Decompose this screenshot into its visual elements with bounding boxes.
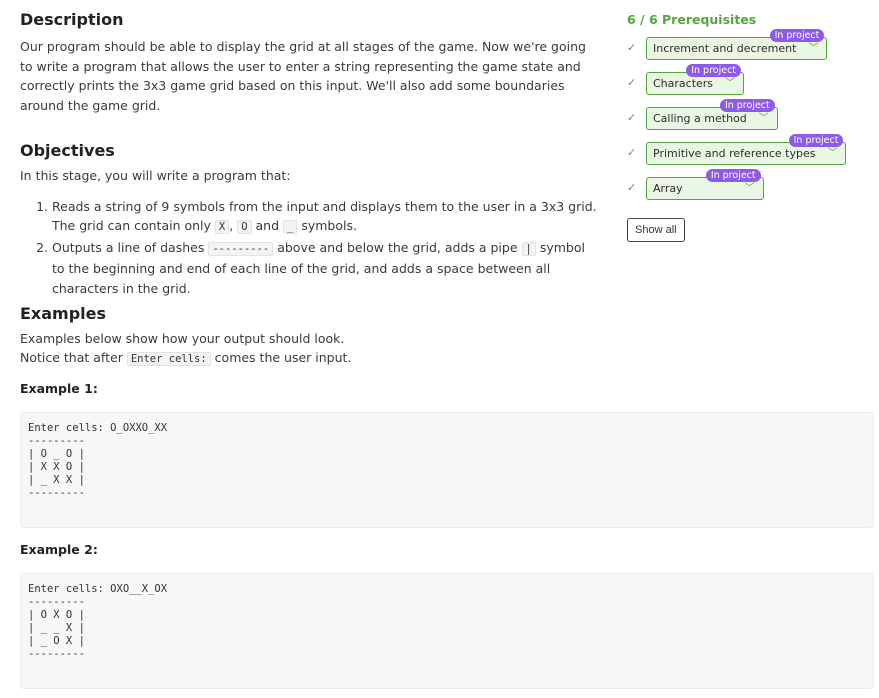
- objectives-list: Reads a string of 9 symbols from the inp…: [52, 197, 600, 299]
- in-project-badge: In project: [769, 29, 825, 42]
- prereq-array[interactable]: Array ﹀ In project: [646, 169, 764, 200]
- check-icon: ✓: [627, 146, 637, 159]
- prereq-increment-decrement[interactable]: Increment and decrement ﹀ In project: [646, 29, 828, 60]
- prereq-row: ✓ Array ﹀ In project: [627, 169, 877, 206]
- main-content: Description Our program should be able t…: [20, 10, 600, 396]
- in-project-badge: In project: [686, 64, 742, 77]
- objectives-intro: In this stage, you will write a program …: [20, 168, 291, 183]
- prerequisites-list: ✓ Increment and decrement ﹀ In project ✓…: [627, 29, 877, 206]
- prereq-primitive-reference-types[interactable]: Primitive and reference types ﹀ In proje…: [646, 134, 847, 165]
- prereq-row: ✓ Primitive and reference types ﹀ In pro…: [627, 134, 877, 171]
- example-1-label: Example 1:: [20, 381, 98, 396]
- prereq-row: ✓ Calling a method ﹀ In project: [627, 99, 877, 136]
- check-icon: ✓: [627, 76, 637, 89]
- code-pipe: |: [521, 241, 536, 256]
- examples-heading: Examples: [20, 304, 107, 323]
- prerequisites-panel: 6 / 6 Prerequisites ✓ Increment and decr…: [627, 12, 877, 242]
- in-project-badge: In project: [788, 134, 844, 147]
- examples-intro-2: Notice that after Enter cells: comes the…: [20, 350, 352, 366]
- show-all-button[interactable]: Show all: [627, 218, 685, 242]
- check-icon: ✓: [627, 181, 637, 194]
- example-2-code: Enter cells: OXO__X_OX --------- | O X O…: [28, 583, 168, 660]
- code-x: X: [214, 220, 230, 234]
- objective-item: Outputs a line of dashes --------- above…: [52, 238, 600, 299]
- description-text: Our program should be able to display th…: [20, 39, 586, 113]
- prereq-characters[interactable]: Characters ﹀ In project: [646, 64, 745, 95]
- code-enter-cells: Enter cells:: [126, 352, 211, 366]
- check-icon: ✓: [627, 111, 637, 124]
- prereq-row: ✓ Characters ﹀ In project: [627, 64, 877, 101]
- objectives-heading: Objectives: [20, 141, 115, 160]
- example-2-label: Example 2:: [20, 542, 98, 557]
- code-o: O: [237, 220, 252, 234]
- prerequisites-title: 6 / 6 Prerequisites: [627, 12, 757, 27]
- code-underscore: _: [283, 220, 298, 234]
- prereq-row: ✓ Increment and decrement ﹀ In project: [627, 29, 877, 66]
- example-1-code: Enter cells: O_OXXO_XX --------- | O _ O…: [28, 422, 168, 499]
- prereq-calling-a-method[interactable]: Calling a method ﹀ In project: [646, 99, 778, 130]
- objective-item: Reads a string of 9 symbols from the inp…: [52, 197, 600, 238]
- in-project-badge: In project: [719, 99, 775, 112]
- check-icon: ✓: [627, 41, 637, 54]
- in-project-badge: In project: [705, 169, 761, 182]
- code-dashes: ---------: [208, 241, 274, 256]
- description-heading: Description: [20, 10, 124, 29]
- example-2-code-block: Enter cells: OXO__X_OX --------- | O X O…: [20, 573, 874, 689]
- examples-intro-1: Examples below show how your output shou…: [20, 331, 345, 346]
- example-1-code-block: Enter cells: O_OXXO_XX --------- | O _ O…: [20, 412, 874, 528]
